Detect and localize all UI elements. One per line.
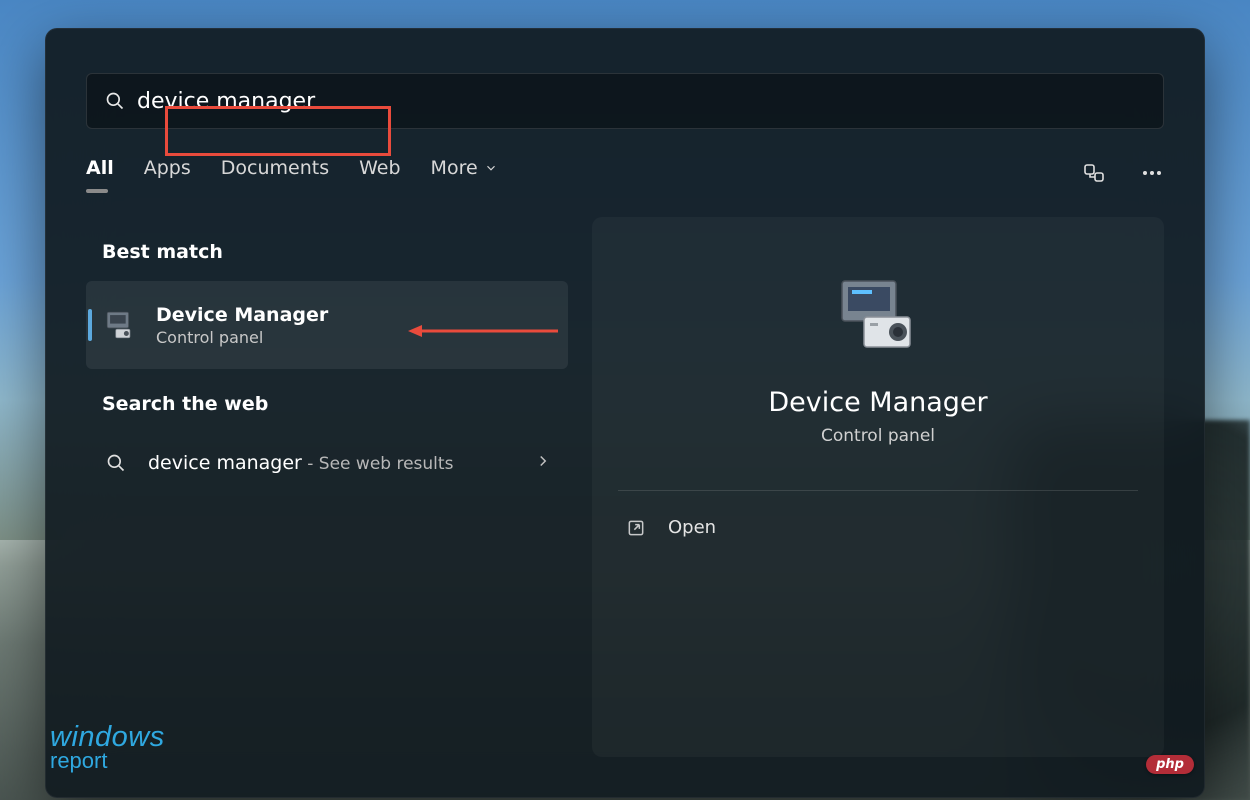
detail-subtitle: Control panel [821, 426, 935, 446]
web-result-text: device manager - See web results [148, 452, 534, 474]
filter-tabs: All Apps Documents Web More [86, 157, 1164, 193]
tab-web[interactable]: Web [359, 157, 400, 193]
web-result-item[interactable]: device manager - See web results [86, 433, 568, 493]
search-input[interactable] [137, 89, 1145, 114]
tab-more[interactable]: More [431, 157, 498, 193]
tab-documents[interactable]: Documents [221, 157, 329, 193]
search-settings-icon[interactable] [1082, 161, 1106, 190]
search-web-label: Search the web [102, 393, 568, 415]
search-icon [102, 445, 130, 481]
more-options-icon[interactable] [1140, 161, 1164, 190]
watermark: windows report [50, 721, 165, 774]
result-title: Device Manager [156, 304, 552, 326]
php-badge: php [1146, 755, 1194, 774]
device-manager-large-icon [834, 279, 922, 357]
chevron-down-icon [484, 161, 498, 175]
start-search-panel: All Apps Documents Web More Best match [45, 28, 1205, 798]
detail-panel: Device Manager Control panel Open [592, 217, 1164, 757]
search-icon [105, 91, 125, 111]
open-label: Open [668, 517, 716, 538]
result-subtitle: Control panel [156, 328, 552, 347]
results-column: Best match Device Manager Control panel [46, 217, 580, 797]
chevron-right-icon [534, 452, 552, 474]
detail-title: Device Manager [768, 387, 987, 418]
search-bar[interactable] [86, 73, 1164, 129]
best-match-label: Best match [102, 241, 568, 263]
content-area: Best match Device Manager Control panel [46, 217, 1204, 797]
open-icon [626, 518, 646, 538]
annotation-highlight-box [165, 106, 391, 156]
tab-apps[interactable]: Apps [144, 157, 191, 193]
device-manager-icon [102, 307, 138, 343]
tab-all[interactable]: All [86, 157, 114, 193]
best-match-result[interactable]: Device Manager Control panel [86, 281, 568, 369]
open-action[interactable]: Open [592, 491, 1164, 564]
